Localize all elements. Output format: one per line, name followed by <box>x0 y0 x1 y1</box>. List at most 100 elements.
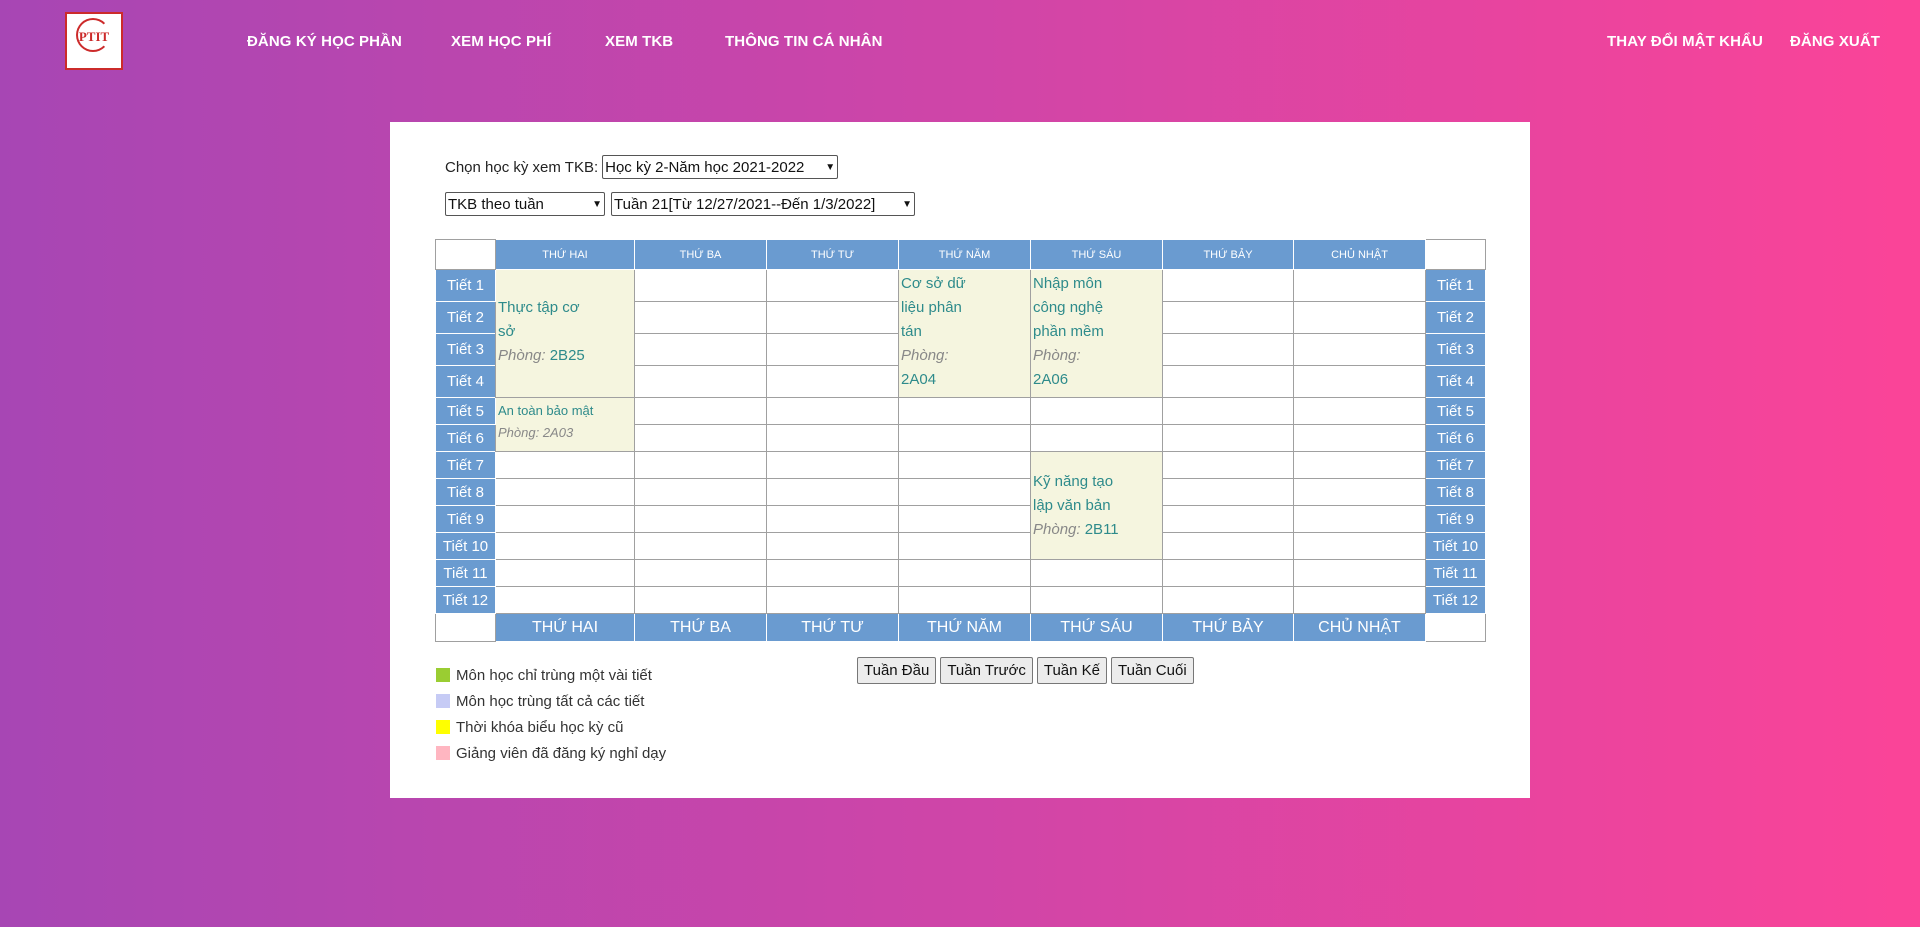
period-label: Tiết 3 <box>1425 333 1486 366</box>
empty-slot <box>495 559 635 587</box>
last-week-button[interactable]: Tuần Cuối <box>1111 657 1194 684</box>
day-header: THỨ TƯ <box>766 239 899 270</box>
room-label: Phòng: <box>1033 520 1081 538</box>
nav-register-courses[interactable]: ĐĂNG KÝ HỌC PHẦN <box>247 33 402 50</box>
semester-select[interactable]: Học kỳ 2-Năm học 2021-2022 ▼ <box>602 155 839 179</box>
period-label: Tiết 4 <box>1425 365 1486 398</box>
legend-swatch-yellow <box>436 720 450 734</box>
empty-slot <box>1162 269 1294 302</box>
day-header: THỨ BA <box>634 239 767 270</box>
period-label: Tiết 12 <box>1425 586 1486 614</box>
empty-slot <box>495 586 635 614</box>
day-footer: THỨ BẢY <box>1162 613 1294 642</box>
room-value: 2B11 <box>1084 520 1119 538</box>
empty-slot <box>495 505 635 533</box>
previous-week-button[interactable]: Tuần Trước <box>940 657 1033 684</box>
day-header: THỨ NĂM <box>898 239 1031 270</box>
legend-swatch-pink <box>436 746 450 760</box>
day-footer: THỨ TƯ <box>766 613 899 642</box>
room-value: 2A04 <box>901 371 937 388</box>
first-week-button[interactable]: Tuần Đầu <box>857 657 937 684</box>
empty-slot <box>634 505 767 533</box>
week-nav-buttons: Tuần Đầu Tuần Trước Tuần Kế Tuần Cuối <box>857 657 1194 684</box>
empty-slot <box>1162 424 1294 452</box>
legend-label: Thời khóa biểu học kỳ cũ <box>456 718 624 736</box>
empty-slot <box>766 505 899 533</box>
empty-slot <box>1293 559 1426 587</box>
corner-cell <box>435 239 496 270</box>
empty-slot <box>495 478 635 506</box>
course-block[interactable]: Kỹ năng tạo lập văn bản Phòng: 2B11 <box>1030 451 1163 560</box>
period-label: Tiết 2 <box>1425 301 1486 334</box>
empty-slot <box>1030 424 1163 452</box>
nav-change-password[interactable]: THAY ĐỔI MẬT KHẨU <box>1607 33 1763 50</box>
course-name: Cơ sở dữ liệu phân tán <box>901 275 966 340</box>
day-header: THỨ BẢY <box>1162 239 1294 270</box>
day-footer: CHỦ NHẬT <box>1293 613 1426 642</box>
period-row: Tiết 10 Tiết 10 <box>435 532 1486 560</box>
course-block[interactable]: Thực tập cơ sở Phòng: 2B25 <box>495 269 635 398</box>
empty-slot <box>634 269 767 302</box>
empty-slot <box>1293 424 1426 452</box>
empty-slot <box>898 505 1031 533</box>
course-block[interactable]: Nhập môn công nghệ phần mềm Phòng: 2A06 <box>1030 269 1163 398</box>
course-block[interactable]: An toàn bảo mật Phòng: 2A03 <box>495 397 635 452</box>
empty-slot <box>634 532 767 560</box>
day-header: THỨ HAI <box>495 239 635 270</box>
empty-slot <box>1162 478 1294 506</box>
course-name: An toàn bảo mật <box>498 403 594 418</box>
empty-slot <box>1162 333 1294 366</box>
empty-slot <box>766 365 899 398</box>
empty-slot <box>766 269 899 302</box>
legend: Môn học chỉ trùng một vài tiết Môn học t… <box>436 662 666 766</box>
empty-slot <box>766 333 899 366</box>
empty-slot <box>1030 559 1163 587</box>
course-block[interactable]: Cơ sở dữ liệu phân tán Phòng: 2A04 <box>898 269 1031 398</box>
day-header: CHỦ NHẬT <box>1293 239 1426 270</box>
empty-slot <box>1162 505 1294 533</box>
chevron-down-icon: ▼ <box>592 198 602 210</box>
empty-slot <box>1293 333 1426 366</box>
ptit-logo[interactable]: PTIT <box>65 12 123 70</box>
room-value: 2A03 <box>542 425 574 440</box>
empty-slot <box>634 559 767 587</box>
empty-slot <box>1293 451 1426 479</box>
view-mode-select[interactable]: TKB theo tuần ▼ <box>445 192 605 216</box>
week-select[interactable]: Tuần 21[Từ 12/27/2021--Đến 1/3/2022] ▼ <box>611 192 915 216</box>
period-label: Tiết 11 <box>1425 559 1486 587</box>
empty-slot <box>634 424 767 452</box>
empty-slot <box>1293 478 1426 506</box>
nav-view-timetable[interactable]: XEM TKB <box>605 33 673 50</box>
day-header: THỨ SÁU <box>1030 239 1163 270</box>
corner-cell <box>435 613 496 642</box>
room-label: Phòng: <box>498 425 540 440</box>
empty-slot <box>766 397 899 425</box>
empty-slot <box>634 451 767 479</box>
course-name: Nhập môn công nghệ phần mềm <box>1033 275 1104 340</box>
week-select-value: Tuần 21[Từ 12/27/2021--Đến 1/3/2022] <box>614 195 876 213</box>
nav-personal-info[interactable]: THÔNG TIN CÁ NHÂN <box>725 33 883 50</box>
empty-slot <box>898 478 1031 506</box>
nav-view-tuition[interactable]: XEM HỌC PHÍ <box>451 33 551 50</box>
day-footer: THỨ BA <box>634 613 767 642</box>
period-label: Tiết 7 <box>1425 451 1486 479</box>
legend-swatch-green <box>436 668 450 682</box>
empty-slot <box>898 586 1031 614</box>
nav-logout[interactable]: ĐĂNG XUẤT <box>1790 33 1880 50</box>
empty-slot <box>1293 365 1426 398</box>
period-label: Tiết 1 <box>435 269 496 302</box>
legend-label: Giảng viên đã đăng ký nghỉ dạy <box>456 744 667 762</box>
next-week-button[interactable]: Tuần Kế <box>1036 657 1107 684</box>
semester-row: Chọn học kỳ xem TKB: Học kỳ 2-Năm học 20… <box>445 155 839 179</box>
empty-slot <box>1293 586 1426 614</box>
legend-item: Môn học chỉ trùng một vài tiết <box>436 662 666 688</box>
period-label: Tiết 1 <box>1425 269 1486 302</box>
empty-slot <box>1293 301 1426 334</box>
room-value: 2B25 <box>549 347 585 364</box>
empty-slot <box>495 532 635 560</box>
empty-slot <box>1293 397 1426 425</box>
room-value: 2A06 <box>1033 371 1069 388</box>
empty-slot <box>495 451 635 479</box>
empty-slot <box>1162 451 1294 479</box>
empty-slot <box>766 424 899 452</box>
